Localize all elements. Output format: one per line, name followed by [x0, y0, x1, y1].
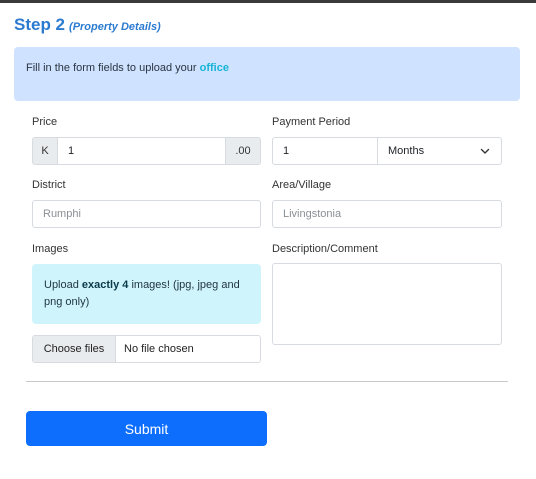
payment-period-select[interactable]: Months	[378, 137, 502, 165]
upload-alert-prefix: Upload	[44, 279, 82, 291]
submit-button[interactable]: Submit	[26, 411, 267, 446]
district-label: District	[32, 179, 66, 191]
upload-alert-count: exactly 4	[81, 279, 129, 291]
images-label: Images	[32, 243, 69, 255]
description-textarea[interactable]	[272, 263, 502, 345]
step-heading: Step 2 (Property Details)	[14, 15, 161, 35]
price-suffix: .00	[225, 137, 261, 165]
upload-instructions-alert: Upload exactly 4 images! (jpg, jpeg and …	[32, 264, 261, 324]
info-banner: Fill in the form fields to upload your o…	[14, 47, 520, 101]
top-edge-bar	[0, 0, 536, 3]
step-subtitle: (Property Details)	[69, 21, 161, 33]
district-input[interactable]: Rumphi	[32, 200, 261, 228]
step-title: Step 2	[14, 15, 66, 34]
price-input-group: K 1 .00	[32, 137, 261, 165]
price-prefix: K	[32, 137, 58, 165]
area-input[interactable]: Livingstonia	[272, 200, 502, 228]
chevron-down-icon	[480, 148, 490, 154]
area-label: Area/Village	[272, 179, 332, 191]
banner-highlight: office	[199, 62, 229, 74]
district-placeholder: Rumphi	[43, 208, 81, 220]
price-input[interactable]: 1	[58, 137, 225, 165]
choose-files-button[interactable]: Choose files	[33, 336, 116, 362]
description-label: Description/Comment	[272, 243, 378, 255]
banner-text: Fill in the form fields to upload your	[26, 62, 200, 74]
payment-period-group: 1 Months	[272, 137, 502, 165]
payment-period-select-value: Months	[388, 145, 425, 157]
file-input[interactable]: Choose files No file chosen	[32, 335, 261, 363]
form-divider	[26, 381, 508, 382]
payment-period-input[interactable]: 1	[272, 137, 378, 165]
price-label: Price	[32, 116, 58, 128]
file-status: No file chosen	[124, 343, 194, 355]
payment-period-label: Payment Period	[272, 116, 351, 128]
area-placeholder: Livingstonia	[283, 208, 342, 220]
